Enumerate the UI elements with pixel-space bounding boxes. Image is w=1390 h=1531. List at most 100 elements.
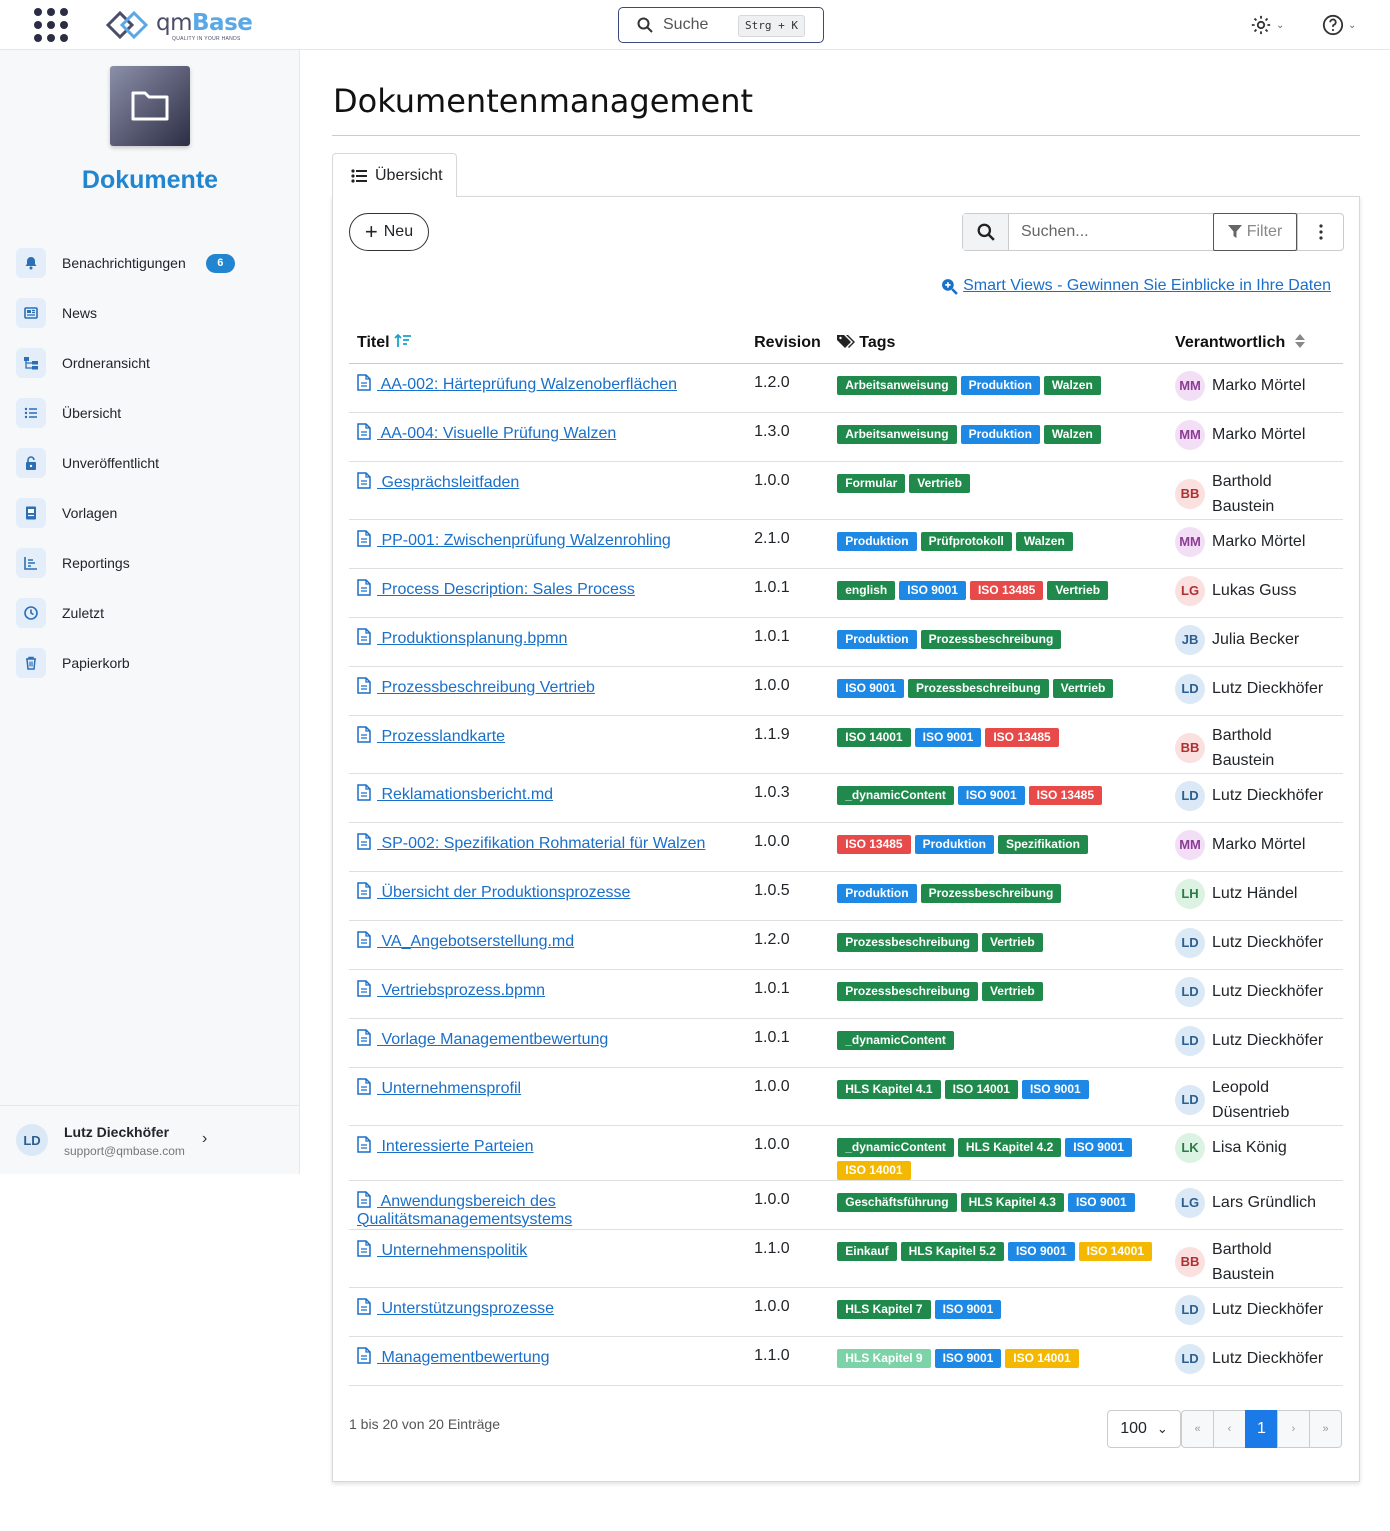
page-prev-button[interactable]: ‹ (1213, 1410, 1246, 1448)
tag-badge[interactable]: Geschäftsführung (837, 1192, 957, 1212)
qmbase-logo[interactable]: qmBase QUALITY IN YOUR HANDS (104, 8, 254, 42)
tag-badge[interactable]: Vertrieb (981, 981, 1043, 1001)
tag-badge[interactable]: ISO 9001 (1021, 1079, 1089, 1099)
tag-badge[interactable]: Einkauf (837, 1241, 897, 1261)
sidebar-item-reportings[interactable]: Reportings (16, 538, 296, 588)
tag-badge[interactable]: Walzen (1043, 375, 1101, 395)
tag-badge[interactable]: Arbeitsanweisung (837, 424, 957, 444)
tag-badge[interactable]: ISO 14001 (1078, 1241, 1153, 1261)
sidebar-item-papierkorb[interactable]: Papierkorb (16, 638, 296, 688)
tag-badge[interactable]: Prozessbeschreibung (920, 629, 1062, 649)
document-link[interactable]: AA-004: Visuelle Prüfung Walzen (377, 425, 617, 442)
tag-badge[interactable]: Arbeitsanweisung (837, 375, 957, 395)
page-first-button[interactable]: « (1181, 1410, 1214, 1448)
tag-badge[interactable]: Walzen (1015, 531, 1073, 551)
help-menu[interactable]: ⌄ (1322, 13, 1364, 37)
tag-badge[interactable]: Vertrieb (1052, 678, 1114, 698)
tag-badge[interactable]: ISO 9001 (1065, 1137, 1132, 1157)
tag-badge[interactable]: Prozessbeschreibung (907, 678, 1049, 698)
tag-badge[interactable]: ISO 14001 (1005, 1348, 1079, 1368)
column-header-title[interactable]: Titel (349, 323, 747, 364)
page-next-button[interactable]: › (1277, 1410, 1310, 1448)
column-header-revision[interactable]: Revision (746, 323, 830, 364)
table-search-input[interactable] (1009, 214, 1213, 250)
tag-badge[interactable]: ISO 9001 (934, 1299, 1002, 1319)
tag-badge[interactable]: Prozessbeschreibung (837, 981, 978, 1001)
tag-badge[interactable]: Walzen (1043, 424, 1101, 444)
sidebar-item-zuletzt[interactable]: Zuletzt (16, 588, 296, 638)
user-profile[interactable]: LD Lutz Dieckhöfer support@qmbase.com › (0, 1105, 299, 1174)
tag-badge[interactable]: Vertrieb (1047, 580, 1109, 600)
document-link[interactable]: Managementbewertung (377, 1349, 549, 1366)
sidebar-item-ordneransicht[interactable]: Ordneransicht (16, 338, 296, 388)
tag-badge[interactable]: ISO 9001 (837, 678, 904, 698)
document-link[interactable]: Interessierte Parteien (377, 1138, 533, 1155)
document-link[interactable]: VA_Angebotserstellung.md (377, 933, 574, 950)
sidebar-item-benachrichtigungen[interactable]: Benachrichtigungen 6 (16, 238, 296, 288)
document-link[interactable]: Unternehmenspolitik (377, 1242, 527, 1259)
tag-badge[interactable]: ISO 13485 (969, 580, 1044, 600)
more-options-button[interactable] (1297, 214, 1343, 250)
document-link[interactable]: Übersicht der Produktionsprozesse (377, 884, 630, 901)
tag-badge[interactable]: english (837, 580, 896, 600)
global-search-button[interactable]: Suche Strg + K (618, 7, 824, 43)
document-link[interactable]: Unterstützungsprozesse (377, 1300, 554, 1317)
column-header-owner[interactable]: Verantwortlich (1167, 323, 1343, 364)
tag-badge[interactable]: ISO 14001 (944, 1079, 1018, 1099)
tag-badge[interactable]: Vertrieb (909, 473, 970, 493)
document-link[interactable]: Prozesslandkarte (377, 728, 505, 745)
sidebar-item-unveroeffentlicht[interactable]: Unveröffentlicht (16, 438, 296, 488)
filter-button[interactable]: Filter (1213, 213, 1297, 251)
tag-badge[interactable]: HLS Kapitel 9 (837, 1348, 931, 1368)
tag-badge[interactable]: ISO 9001 (1007, 1241, 1075, 1261)
sidebar-item-uebersicht[interactable]: Übersicht (16, 388, 296, 438)
tag-badge[interactable]: Produktion (960, 375, 1040, 395)
tag-badge[interactable]: HLS Kapitel 4.1 (837, 1079, 941, 1099)
document-link[interactable]: Prozessbeschreibung Vertrieb (377, 679, 594, 696)
page-1-button[interactable]: 1 (1245, 1410, 1278, 1448)
tag-badge[interactable]: Prozessbeschreibung (920, 883, 1062, 903)
page-size-select[interactable]: 100 ⌄ (1107, 1410, 1181, 1448)
settings-menu[interactable]: ⌄ (1250, 13, 1292, 37)
tag-badge[interactable]: Vertrieb (981, 932, 1043, 952)
tag-badge[interactable]: _dynamicContent (837, 1030, 954, 1050)
tag-badge[interactable]: Spezifikation (997, 834, 1088, 854)
tag-badge[interactable]: ISO 9001 (934, 1348, 1002, 1368)
tag-badge[interactable]: ISO 13485 (1028, 785, 1102, 805)
tag-badge[interactable]: ISO 13485 (985, 727, 1059, 747)
tag-badge[interactable]: Prüfprotokoll (920, 531, 1012, 551)
tag-badge[interactable]: _dynamicContent (837, 785, 954, 805)
document-link[interactable]: Produktionsplanung.bpmn (377, 630, 567, 647)
document-link[interactable]: Unternehmensprofil (377, 1080, 521, 1097)
tag-badge[interactable]: Prozessbeschreibung (837, 932, 978, 952)
tag-badge[interactable]: ISO 9001 (1067, 1192, 1135, 1212)
app-launcher-icon[interactable] (34, 8, 68, 42)
document-link[interactable]: SP-002: Spezifikation Rohmaterial für Wa… (377, 835, 705, 852)
tag-badge[interactable]: ISO 13485 (837, 834, 911, 854)
tag-badge[interactable]: Produktion (837, 531, 917, 551)
document-link[interactable]: AA-002: Härteprüfung Walzenoberflächen (377, 376, 677, 393)
tag-badge[interactable]: Produktion (837, 629, 917, 649)
tab-overview[interactable]: Übersicht (332, 153, 457, 197)
new-document-button[interactable]: + Neu (349, 213, 429, 251)
tag-badge[interactable]: Produktion (914, 834, 994, 854)
tag-badge[interactable]: HLS Kapitel 4.2 (957, 1137, 1062, 1157)
document-link[interactable]: Gesprächsleitfaden (377, 474, 519, 491)
tag-badge[interactable]: ISO 14001 (837, 1160, 911, 1180)
smart-views-link[interactable]: Smart Views - Gewinnen Sie Einblicke in … (941, 277, 1331, 295)
tag-badge[interactable]: ISO 9001 (957, 785, 1025, 805)
tag-badge[interactable]: ISO 9001 (899, 580, 966, 600)
search-button[interactable] (963, 214, 1009, 250)
document-link[interactable]: Vertriebsprozess.bpmn (377, 982, 545, 999)
tag-badge[interactable]: HLS Kapitel 4.3 (960, 1192, 1064, 1212)
tag-badge[interactable]: ISO 14001 (837, 727, 911, 747)
tag-badge[interactable]: Produktion (960, 424, 1040, 444)
document-link[interactable]: Reklamationsbericht.md (377, 786, 553, 803)
tag-badge[interactable]: HLS Kapitel 5.2 (900, 1241, 1004, 1261)
tag-badge[interactable]: HLS Kapitel 7 (837, 1299, 931, 1319)
document-link[interactable]: PP-001: Zwischenprüfung Walzenrohling (377, 532, 670, 549)
tag-badge[interactable]: Produktion (837, 883, 917, 903)
document-link[interactable]: Anwendungsbereich des Qualitätsmanagemen… (357, 1193, 572, 1228)
sidebar-item-vorlagen[interactable]: Vorlagen (16, 488, 296, 538)
tag-badge[interactable]: Formular (837, 473, 906, 493)
